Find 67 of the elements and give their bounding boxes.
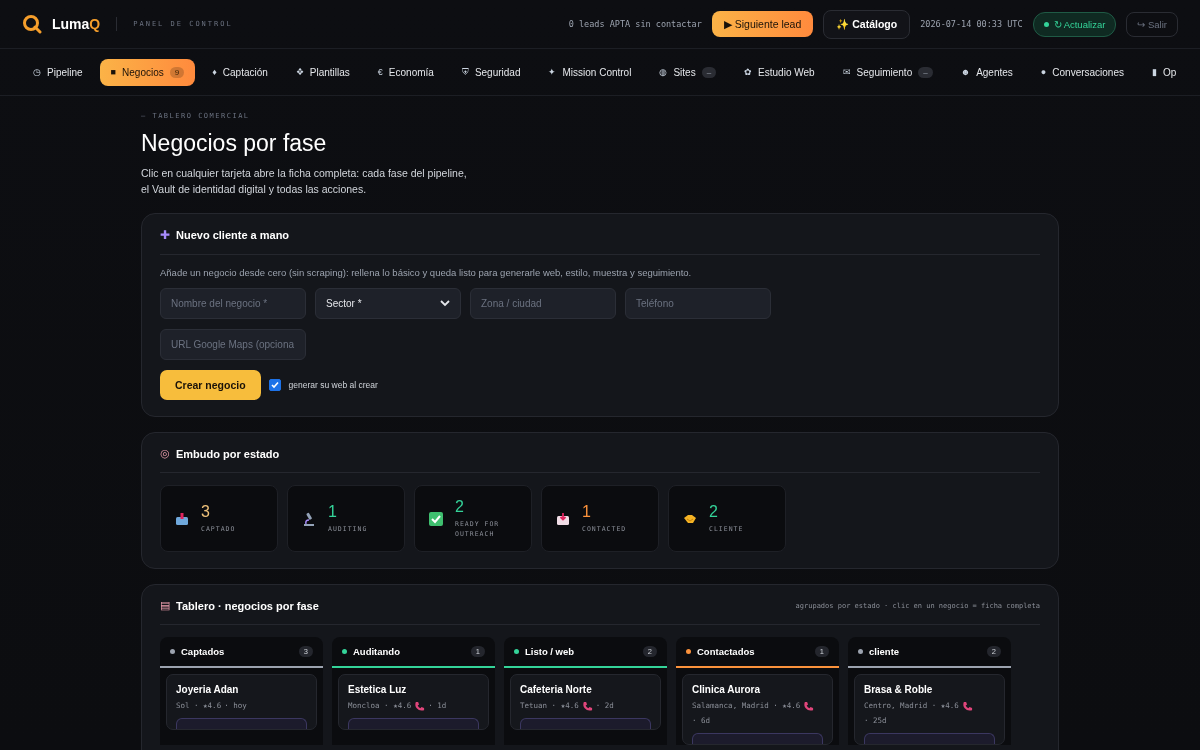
microscope-icon <box>302 511 316 526</box>
nav-tab[interactable]: ❖ Plantillas <box>284 58 361 86</box>
business-name: Clinica Aurora <box>692 684 761 695</box>
business-name: Estetica Luz <box>348 684 408 695</box>
phone-icon <box>961 700 973 712</box>
phone-icon <box>803 700 815 712</box>
timestamp: 2026-07-14 00:33 UTC <box>920 19 1023 29</box>
card-action-button[interactable] <box>176 718 307 729</box>
column-title: cliente <box>869 646 901 657</box>
phone-icon <box>581 700 593 712</box>
check-icon <box>429 511 443 526</box>
card-action-button[interactable] <box>864 733 995 744</box>
business-name: Cafeteria Norte <box>520 684 593 695</box>
catalog-button[interactable]: ✨ Catálogo <box>823 9 911 39</box>
nav-tab[interactable]: ✉ Seguimiento – <box>831 58 944 86</box>
stage-count: 1 <box>582 503 592 521</box>
panel-title: Embudo por estado <box>176 447 280 460</box>
business-name: Joyeria Adan <box>176 684 240 695</box>
target-icon: ◎ <box>160 447 170 460</box>
zone-field[interactable]: Zona / ciudad <box>470 288 616 319</box>
stage-count: 2 <box>709 503 719 521</box>
stage-count: 3 <box>201 503 211 521</box>
nav-tab[interactable]: ▮ Op <box>1141 58 1188 86</box>
chevron-down-icon <box>440 300 450 307</box>
phone-icon <box>414 700 426 712</box>
maps-url-field[interactable]: URL Google Maps (opciona <box>160 329 306 360</box>
column-title: Contactados <box>697 646 756 657</box>
nav-tab[interactable]: ✦ Mission Control <box>537 58 643 86</box>
nav-tab[interactable]: ☻ Agentes <box>949 58 1024 86</box>
panel-title: Tablero · negocios por fase <box>176 599 319 612</box>
refresh-button[interactable]: ↻ Actualizar <box>1032 11 1117 37</box>
create-business-button[interactable]: Crear negocio <box>160 370 261 400</box>
panel-title: Nuevo cliente a mano <box>176 229 290 241</box>
column-title: Captados <box>181 646 226 657</box>
column-title: Auditando <box>353 646 401 657</box>
logout-button[interactable]: ↪ Salir <box>1126 11 1178 37</box>
business-name-field[interactable]: Nombre del negocio * <box>160 288 306 319</box>
panel-description: Añade un negocio desde cero (sin scraping): rellena lo básico y queda listo para generarle web, estilo, muestra y seguimiento. <box>160 267 693 278</box>
brand-name: LumaQ <box>52 16 101 32</box>
inbox-icon <box>175 511 189 526</box>
mail-icon <box>556 511 570 526</box>
business-name: Brasa & Roble <box>864 684 934 695</box>
nav-tab[interactable]: ● Conversaciones <box>1029 58 1135 86</box>
next-lead-button[interactable]: ▶ Siguiente lead <box>711 11 814 37</box>
generate-web-checkbox[interactable] <box>268 379 281 391</box>
plus-icon: ✚ <box>160 228 170 242</box>
page-description: Clic en cualquier tarjeta abre la ficha completa: cada fase del pipeline, el Vault de identidad digital y todas las acciones. <box>141 166 468 197</box>
phone-field[interactable]: Teléfono <box>625 288 771 319</box>
nav-tab[interactable]: ◍ Sites – <box>648 58 728 86</box>
card-action-button[interactable] <box>348 718 479 729</box>
nav-tab[interactable]: € Economía <box>366 58 445 86</box>
card-action-button[interactable] <box>692 733 823 744</box>
nav-tab[interactable]: ♦ Captación <box>201 58 279 86</box>
column-title: Listo / web <box>525 646 576 657</box>
card-action-button[interactable] <box>520 718 651 729</box>
page-title: Negocios por fase <box>141 130 328 157</box>
sector-select[interactable]: Sector * <box>315 288 461 319</box>
logo-icon <box>22 14 42 34</box>
checkbox-label: generar su web al crear <box>288 380 378 390</box>
stage-count: 1 <box>328 503 338 521</box>
nav-tab[interactable]: ⛨ Seguridad <box>450 58 532 86</box>
nav-tab[interactable]: ◷ Pipeline <box>22 58 94 86</box>
stage-count: 2 <box>455 498 465 516</box>
clipboard-icon: ▤ <box>160 599 170 612</box>
nav-tab[interactable]: ✿ Estudio Web <box>733 58 826 86</box>
pending-leads-text: 0 leads APTA sin contactar <box>568 19 702 29</box>
nav-tab[interactable]: ■ Negocios 9 <box>99 58 196 86</box>
